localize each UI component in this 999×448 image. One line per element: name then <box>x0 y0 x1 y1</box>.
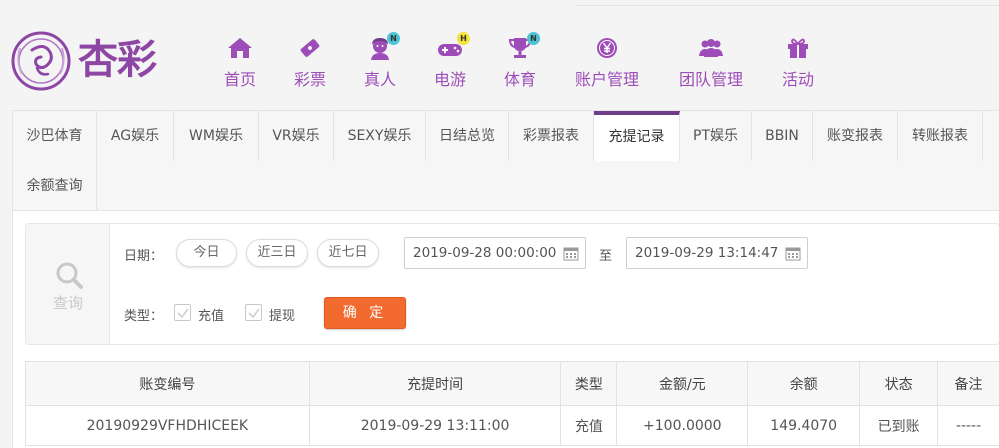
home-icon <box>228 38 252 58</box>
records-table: 账变编号 充提时间 类型 金额/元 余额 状态 备注 20190929VFHDH… <box>25 361 999 446</box>
nav-item-events[interactable]: 活动 <box>780 36 816 90</box>
date-label: 日期： <box>124 249 164 264</box>
tab-pt[interactable]: PT娱乐 <box>680 111 752 161</box>
cell-amount: +100.0000 <box>616 405 749 446</box>
tab-vr[interactable]: VR娱乐 <box>259 111 334 161</box>
tab-deposit-withdraw[interactable]: 充提记录 <box>594 111 680 161</box>
query-side: 查询 <box>26 224 110 344</box>
cell-remark: ----- <box>937 405 999 446</box>
calendar-icon[interactable] <box>785 245 801 261</box>
new-badge: N <box>527 32 540 45</box>
col-type: 类型 <box>560 361 618 406</box>
query-label: 查询 <box>52 294 83 312</box>
check-icon <box>248 308 260 319</box>
withdraw-checkbox-label[interactable]: 提现 <box>269 305 295 324</box>
nav-label-home: 首页 <box>223 70 256 89</box>
report-tabs: 沙巴体育 AG娱乐 WM娱乐 VR娱乐 SEXY娱乐 日结总览 彩票报表 充提记… <box>13 111 999 211</box>
gift-icon <box>788 38 808 58</box>
live-dealer-icon: N <box>366 32 400 60</box>
tab-balance-query[interactable]: 余额查询 <box>13 161 97 211</box>
type-label: 类型： <box>124 309 164 324</box>
deposit-checkbox-label[interactable]: 充值 <box>198 305 224 324</box>
cell-balance: 149.4070 <box>747 405 861 446</box>
deposit-checkbox[interactable] <box>174 304 191 321</box>
tab-wm[interactable]: WM娱乐 <box>174 111 259 161</box>
table-header-row: 账变编号 充提时间 类型 金额/元 余额 状态 备注 <box>25 361 999 406</box>
cell-record-id: 20190929VFHDHICEEK <box>25 405 310 446</box>
cell-status: 已到账 <box>859 405 939 446</box>
nav-item-team[interactable]: 团队管理 <box>677 36 745 90</box>
start-date-input[interactable]: 2019-09-28 00:00:00 <box>404 237 586 269</box>
col-time: 充提时间 <box>308 361 562 406</box>
nav-label-sports: 体育 <box>503 70 536 89</box>
tab-saba-sports[interactable]: 沙巴体育 <box>13 111 97 161</box>
tab-daily-summary[interactable]: 日结总览 <box>426 111 509 161</box>
col-remark: 备注 <box>937 361 999 406</box>
nav-label-egames: 电游 <box>433 70 466 89</box>
end-date-value: 2019-09-29 13:14:47 <box>635 245 779 261</box>
range-3days-button[interactable]: 近三日 <box>246 239 308 267</box>
range-today-button[interactable]: 今日 <box>176 239 237 267</box>
tab-lottery-report[interactable]: 彩票报表 <box>509 111 594 161</box>
nav-item-egames[interactable]: H 电游 <box>432 32 470 90</box>
tab-ag[interactable]: AG娱乐 <box>97 111 174 161</box>
trophy-icon: N <box>506 32 540 60</box>
new-badge: N <box>387 32 400 45</box>
tab-transfer-report[interactable]: 转账报表 <box>898 111 983 161</box>
top-header: 杏彩 首页 彩票 N 真人 H 电游 N 体育 账户管理 团队管理 活动 <box>0 0 999 110</box>
withdraw-checkbox[interactable] <box>245 304 262 321</box>
nav-label-team: 团队管理 <box>678 70 743 89</box>
tab-sexy[interactable]: SEXY娱乐 <box>334 111 426 161</box>
nav-item-account[interactable]: 账户管理 <box>573 36 641 90</box>
end-date-input[interactable]: 2019-09-29 13:14:47 <box>626 237 808 269</box>
nav-label-live: 真人 <box>363 70 396 89</box>
nav-item-home[interactable]: 首页 <box>222 36 258 90</box>
search-icon <box>56 262 83 289</box>
query-filter: 查询 日期： 今日 近三日 近七日 2019-09-28 00:00:00 至 … <box>25 223 999 345</box>
team-icon <box>699 39 723 57</box>
col-amount: 金额/元 <box>616 361 749 406</box>
nav-label-events: 活动 <box>781 70 814 89</box>
cell-time: 2019-09-29 13:11:00 <box>308 405 562 446</box>
nav-item-live[interactable]: N 真人 <box>362 32 400 90</box>
table-row[interactable]: 20190929VFHDHICEEK 2019-09-29 13:11:00 充… <box>25 405 999 446</box>
col-status: 状态 <box>859 361 939 406</box>
yen-coin-icon <box>597 38 617 58</box>
cell-type: 充值 <box>560 405 618 446</box>
nav-item-lottery[interactable]: 彩票 <box>292 36 328 90</box>
header-divider <box>575 5 999 6</box>
main-nav: 首页 彩票 N 真人 H 电游 N 体育 账户管理 团队管理 活动 <box>0 32 999 96</box>
nav-label-account: 账户管理 <box>574 70 639 89</box>
gamepad-icon: H <box>436 32 470 60</box>
col-record-id: 账变编号 <box>25 361 310 406</box>
col-balance: 余额 <box>747 361 861 406</box>
nav-item-sports[interactable]: N 体育 <box>502 32 540 90</box>
confirm-button[interactable]: 确 定 <box>324 297 406 329</box>
ticket-icon <box>300 39 320 57</box>
tab-balance-change[interactable]: 账变报表 <box>813 111 898 161</box>
start-date-value: 2019-09-28 00:00:00 <box>413 245 557 261</box>
tab-bbin[interactable]: BBIN <box>752 111 813 161</box>
hot-badge: H <box>457 32 470 45</box>
nav-label-lottery: 彩票 <box>293 70 326 89</box>
check-icon <box>177 308 189 319</box>
date-separator: 至 <box>599 249 613 264</box>
range-7days-button[interactable]: 近七日 <box>317 239 379 267</box>
content-panel: 沙巴体育 AG娱乐 WM娱乐 VR娱乐 SEXY娱乐 日结总览 彩票报表 充提记… <box>12 110 999 448</box>
calendar-icon[interactable] <box>563 245 579 261</box>
